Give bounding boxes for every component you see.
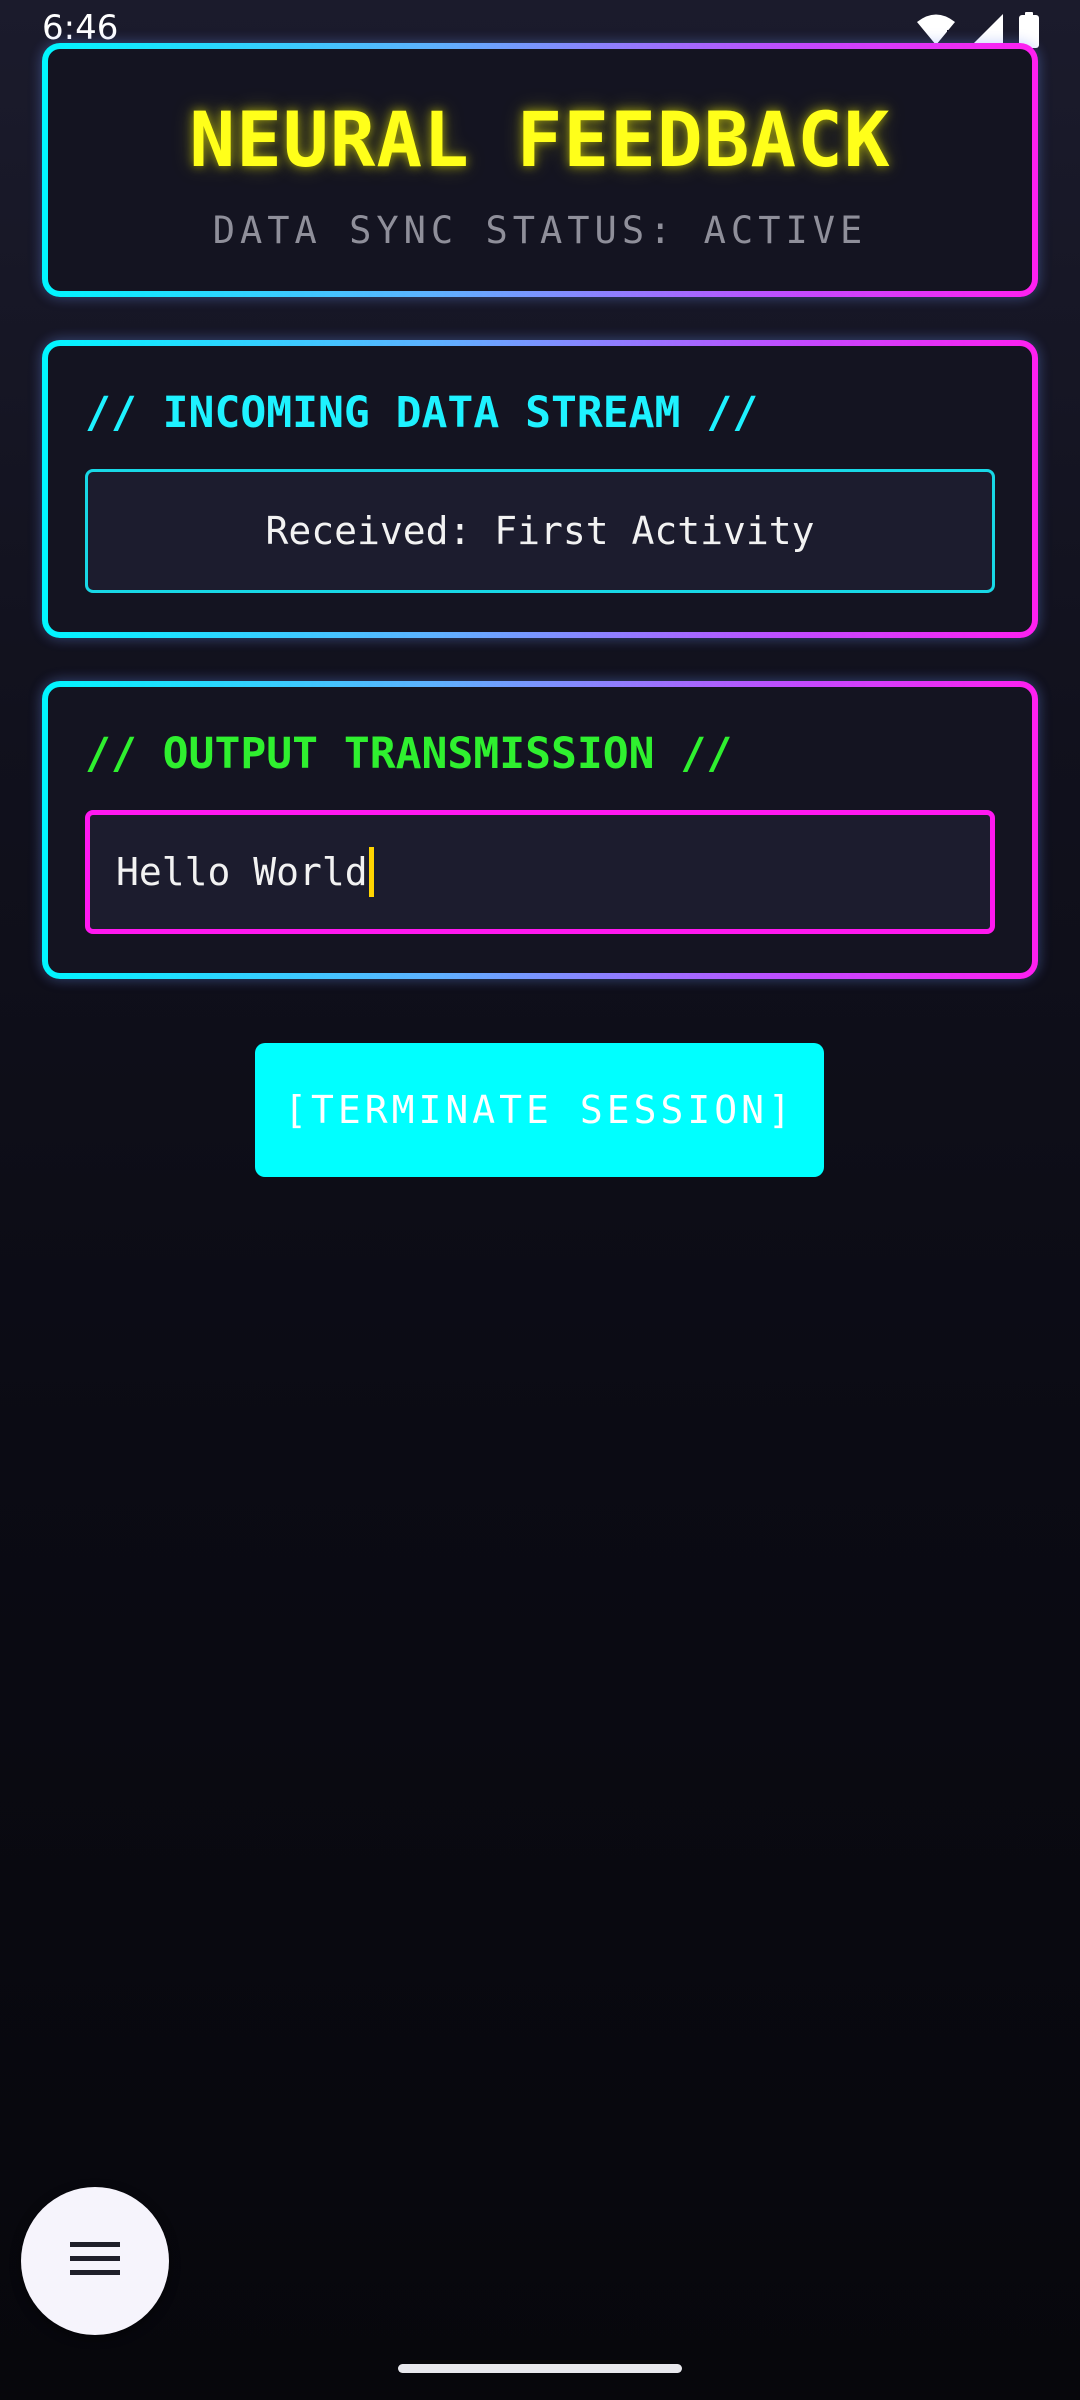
incoming-data-panel-body: // INCOMING DATA STREAM // Received: Fir… [48, 346, 1032, 632]
header-panel-body: NEURAL FEEDBACK DATA SYNC STATUS: ACTIVE [48, 49, 1032, 291]
terminate-session-button[interactable]: [TERMINATE SESSION] [255, 1043, 824, 1177]
menu-fab-button[interactable] [21, 2187, 169, 2335]
header-panel: NEURAL FEEDBACK DATA SYNC STATUS: ACTIVE [42, 43, 1038, 297]
gesture-nav-handle[interactable] [398, 2364, 682, 2373]
incoming-data-heading: // INCOMING DATA STREAM // [85, 388, 759, 438]
signal-icon [970, 13, 1004, 47]
output-transmission-heading: // OUTPUT TRANSMISSION // [85, 729, 733, 779]
menu-icon [70, 2242, 120, 2280]
incoming-data-panel: // INCOMING DATA STREAM // Received: Fir… [42, 340, 1038, 638]
output-transmission-panel-body: // OUTPUT TRANSMISSION // Hello World [48, 687, 1032, 973]
app-title: NEURAL FEEDBACK [189, 95, 891, 184]
wifi-icon [916, 13, 956, 47]
received-data-display: Received: First Activity [85, 469, 995, 593]
received-data-text: Received: First Activity [265, 509, 815, 553]
output-transmission-panel: // OUTPUT TRANSMISSION // Hello World [42, 681, 1038, 979]
output-text-input[interactable]: Hello World [85, 810, 995, 934]
text-cursor [368, 847, 374, 897]
status-time: 6:46 [42, 8, 119, 48]
sync-status-text: DATA SYNC STATUS: ACTIVE [212, 209, 868, 252]
output-input-value: Hello World [116, 850, 368, 894]
